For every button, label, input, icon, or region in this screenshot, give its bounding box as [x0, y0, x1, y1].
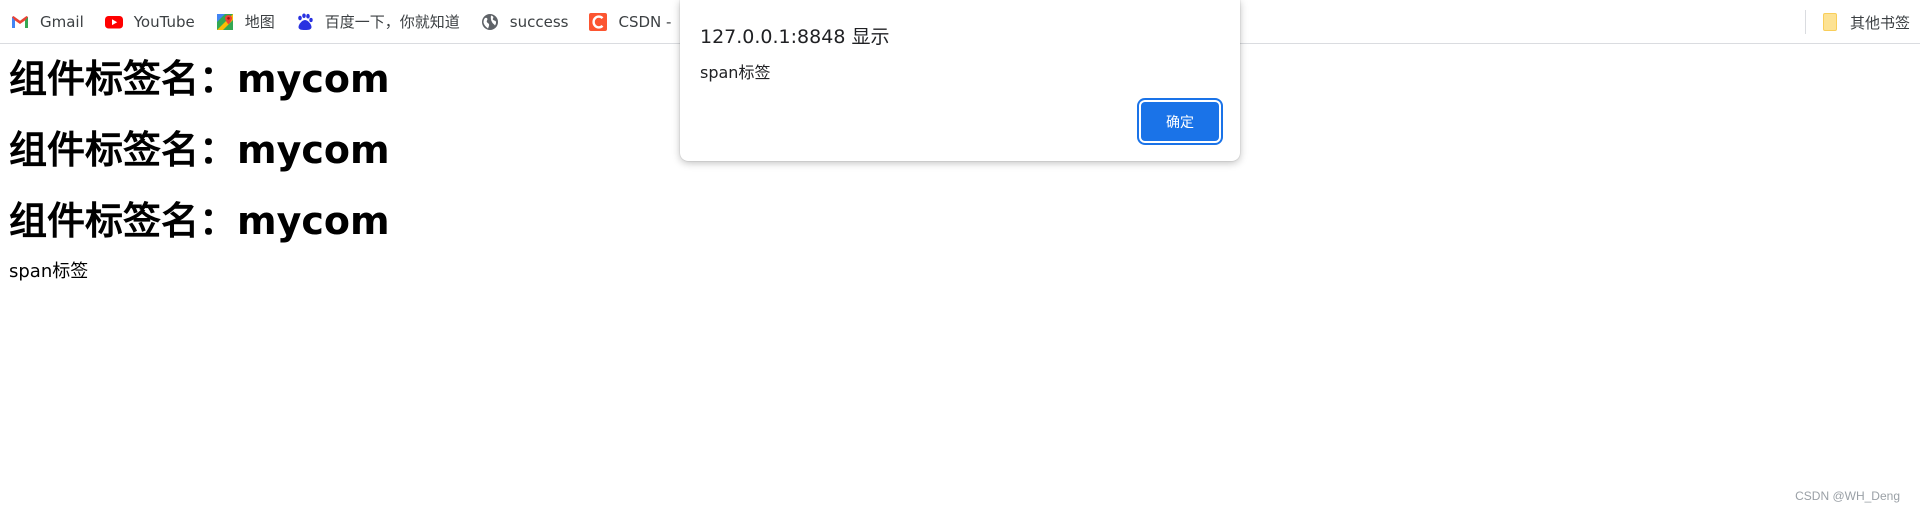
baidu-icon	[295, 12, 315, 32]
alert-message: span标签	[700, 63, 771, 82]
csdn-icon	[588, 12, 608, 32]
bookmark-youtube[interactable]: YouTube	[94, 0, 205, 44]
component-heading: 组件标签名：mycom	[9, 199, 390, 243]
bookmark-gmail[interactable]: Gmail	[0, 0, 94, 44]
alert-dialog: 127.0.0.1:8848 显示 span标签 确定	[680, 0, 1240, 161]
gmail-icon	[10, 12, 30, 32]
bookmark-label: Gmail	[40, 12, 84, 31]
bookmark-maps[interactable]: 地图	[205, 0, 285, 44]
other-bookmarks-label: 其他书签	[1849, 13, 1910, 32]
bookmark-label: CSDN -	[618, 12, 672, 31]
bookmarks-separator	[1804, 10, 1806, 34]
bookmark-label: success	[509, 12, 569, 31]
bookmark-label: 百度一下，你就知道	[324, 13, 460, 31]
ok-button[interactable]: 确定	[1141, 102, 1219, 141]
alert-title: 127.0.0.1:8848 显示	[700, 26, 890, 48]
bookmark-success[interactable]: success	[470, 0, 579, 44]
component-heading: 组件标签名：mycom	[9, 128, 390, 172]
bookmark-baidu[interactable]: 百度一下，你就知道	[285, 0, 470, 44]
bookmarks-right: 其他书签	[1804, 0, 1920, 44]
watermark: CSDN @WH_Deng	[1795, 489, 1900, 503]
component-heading: 组件标签名：mycom	[9, 57, 390, 101]
bookmark-label: 地图	[244, 13, 275, 31]
other-bookmarks-button[interactable]: 其他书签	[1820, 0, 1910, 44]
youtube-icon	[104, 12, 124, 32]
page-content: 组件标签名：mycom 组件标签名：mycom 组件标签名：mycom span…	[9, 44, 390, 287]
maps-icon	[215, 12, 235, 32]
span-text: span标签	[9, 261, 89, 282]
folder-icon	[1820, 12, 1840, 32]
globe-icon	[480, 12, 500, 32]
bookmark-label: YouTube	[133, 12, 195, 31]
bookmark-csdn[interactable]: CSDN -	[578, 0, 681, 44]
